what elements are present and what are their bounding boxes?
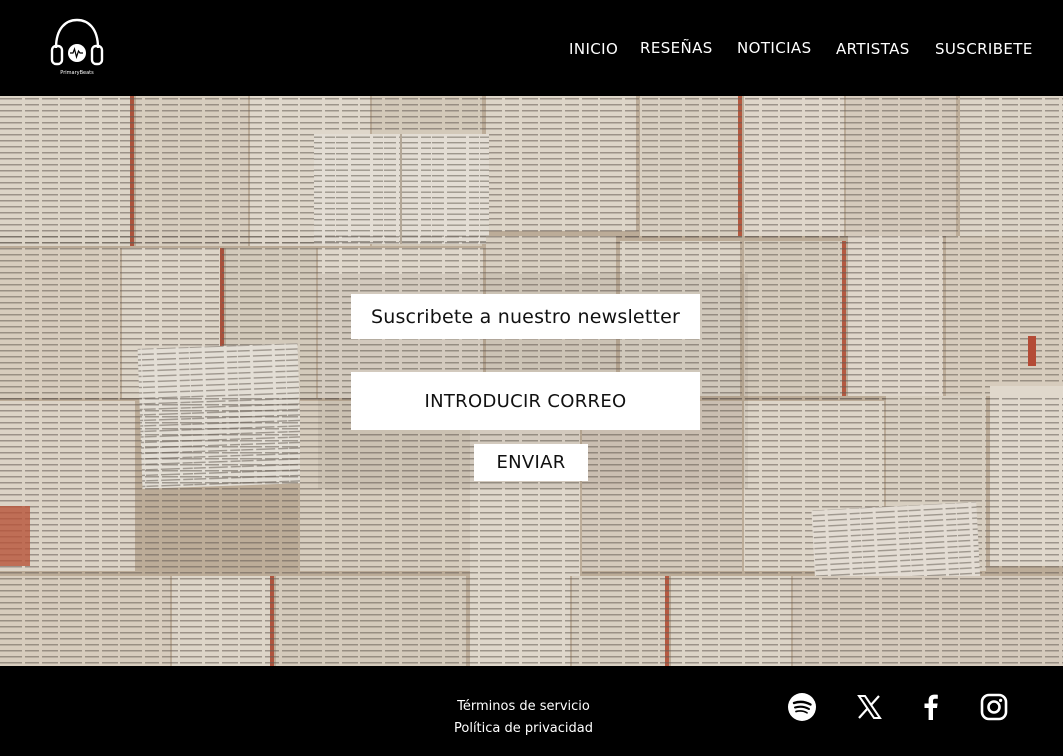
newsletter-title: Suscribete a nuestro newsletter — [351, 294, 700, 339]
headphones-logo[interactable]: PrimaryBeats — [48, 16, 106, 80]
nav-item-artistas[interactable]: ARTISTAS — [836, 40, 910, 58]
site-header: PrimaryBeats INICIO RESEÑAS NOTICIAS ART… — [0, 0, 1063, 96]
footer-links: Términos de servicio Política de privaci… — [440, 696, 607, 740]
nav-item-suscribete[interactable]: SUSCRIBETE — [935, 40, 1033, 58]
site-footer: Términos de servicio Política de privaci… — [0, 666, 1063, 756]
privacy-policy-link[interactable]: Política de privacidad — [440, 718, 607, 740]
terms-of-service-link[interactable]: Términos de servicio — [440, 696, 607, 718]
nav-item-noticias[interactable]: NOTICIAS — [737, 39, 812, 57]
email-input[interactable] — [351, 372, 700, 430]
nav-item-resenas[interactable]: RESEÑAS — [640, 39, 713, 57]
send-button[interactable]: ENVIAR — [474, 444, 588, 481]
instagram-icon[interactable] — [979, 692, 1009, 722]
x-twitter-icon[interactable] — [854, 692, 884, 722]
headphones-icon — [50, 18, 104, 66]
spotify-icon[interactable] — [787, 692, 817, 722]
nav-item-inicio[interactable]: INICIO — [569, 40, 618, 58]
facebook-icon[interactable] — [916, 692, 946, 722]
logo-text: PrimaryBeats — [60, 70, 94, 76]
